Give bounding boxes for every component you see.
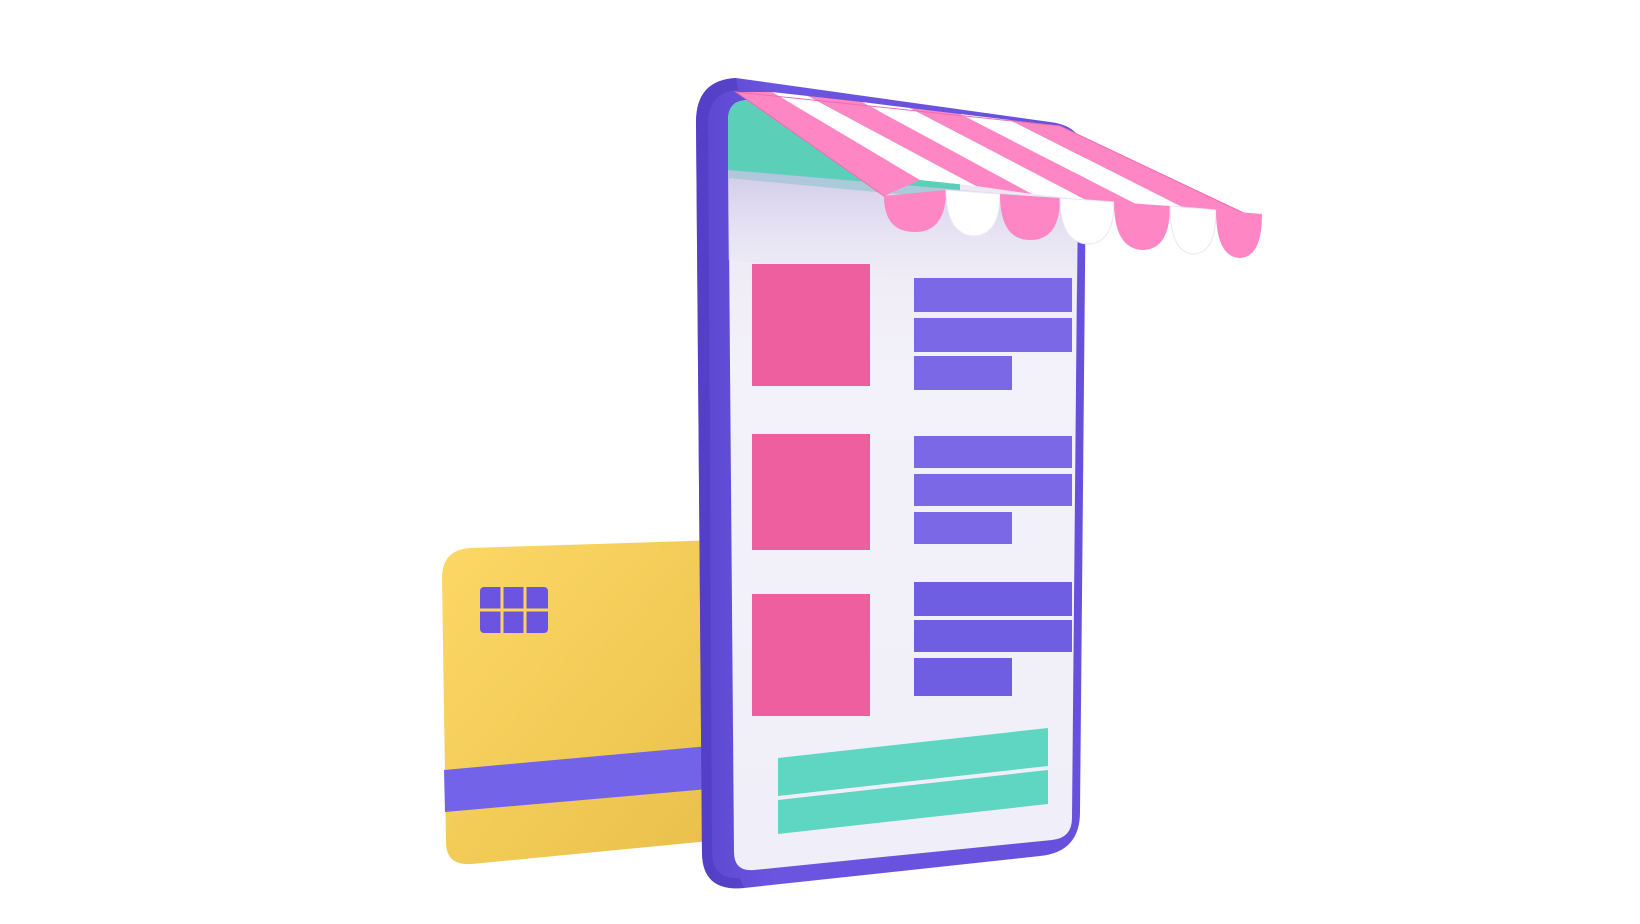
product-text-bar: [914, 436, 1072, 468]
product-text-bar: [914, 356, 1012, 390]
product-thumbnail: [752, 594, 870, 716]
awning-scallop: [1169, 205, 1217, 255]
product-text-bar: [914, 474, 1072, 506]
shop-illustration: [442, 78, 1262, 889]
product-text-bar: [914, 318, 1072, 352]
product-text-bar: [914, 582, 1072, 616]
product-text-bar: [914, 620, 1072, 652]
awning-scallop: [1216, 210, 1262, 258]
awning-scallop: [1114, 202, 1170, 250]
product-text-bar: [914, 658, 1012, 696]
credit-card: [442, 540, 720, 865]
card-chip-icon: [480, 587, 548, 633]
product-thumbnail: [752, 264, 870, 386]
product-text-bar: [914, 278, 1072, 312]
product-thumbnail: [752, 434, 870, 550]
product-text-bar: [914, 512, 1012, 544]
